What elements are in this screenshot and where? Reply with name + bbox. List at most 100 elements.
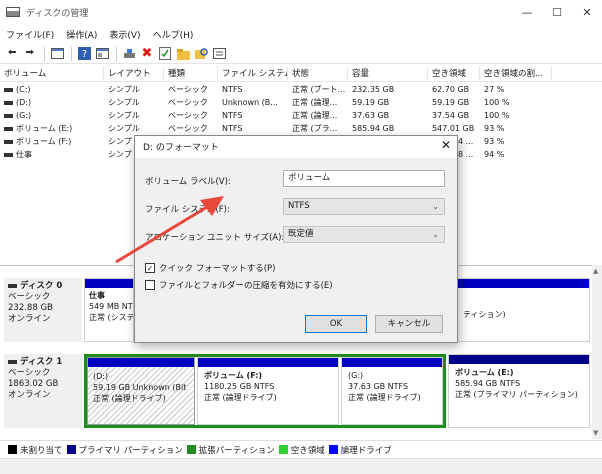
table-row[interactable]: ボリューム (E:) シンプル ベーシック NTFS 正常 (プラ... 585…	[0, 123, 602, 135]
volume-cell: ボリューム (F:)	[0, 136, 104, 148]
volume-name: (D:)	[16, 98, 32, 107]
scroll-down-icon[interactable]: ▼	[593, 429, 598, 437]
partition-status: 正常 (論理ドライブ)	[348, 393, 421, 402]
partition-size: 59.19 GB Unknown (Bit	[93, 383, 187, 392]
legend-label: 空き領域	[290, 445, 325, 456]
toolbar-divider	[44, 46, 45, 61]
partition-size: 1180.25 GB NTFS	[204, 382, 275, 391]
type-cell: ベーシック	[168, 124, 208, 133]
folder-icon[interactable]	[175, 46, 191, 62]
col-volume[interactable]: ボリューム	[0, 66, 104, 82]
menu-help[interactable]: ヘルプ(H)	[147, 28, 200, 41]
disk-status: オンライン	[8, 314, 51, 324]
filesystem-value: NTFS	[288, 201, 310, 211]
forward-icon[interactable]: 🠪	[22, 46, 38, 62]
minimize-icon[interactable]: —	[512, 0, 542, 24]
legend-label: 拡張パーティション	[198, 445, 275, 456]
cancel-button[interactable]: キャンセル	[375, 315, 443, 333]
volume-name: (C:)	[16, 85, 31, 94]
disk-name: ディスク 1	[20, 357, 63, 367]
col-capacity[interactable]: 容量	[348, 66, 428, 82]
volume-icon	[4, 100, 13, 105]
table-row[interactable]: (D:) シンプル ベーシック Unknown (B... 正常 (論理... …	[0, 97, 602, 109]
disk-management-window: ディスクの管理 — ☐ ✕ ファイル(F) 操作(A) 表示(V) ヘルプ(H)…	[0, 0, 602, 474]
partition-e[interactable]: ボリューム (E:) 585.94 GB NTFS 正常 (プライマリ パーティ…	[448, 354, 590, 428]
help-icon[interactable]: ?	[76, 46, 92, 62]
partition-system[interactable]: 仕事 549 MB NT 正常 (システ	[84, 278, 134, 342]
partition-bar	[198, 358, 338, 367]
partition-title: 仕事	[89, 291, 105, 300]
chevron-down-icon: ⌄	[432, 230, 439, 239]
compression-checkbox[interactable]: ファイルとフォルダーの圧縮を有効にする(E)	[145, 279, 333, 291]
volume-cell: (D:)	[0, 97, 104, 109]
scroll-up-icon[interactable]: ▲	[593, 267, 598, 275]
filesystem-select[interactable]: NTFS ⌄	[283, 198, 445, 215]
back-icon[interactable]: 🠨	[4, 46, 20, 62]
menu-file[interactable]: ファイル(F)	[0, 28, 60, 41]
capacity-cell: 585.94 GB	[352, 124, 395, 133]
filesystem-cell: NTFS	[222, 124, 243, 133]
free-cell: 37.54 GB	[432, 111, 470, 120]
layout-cell: シンプル	[108, 85, 140, 94]
volume-label-input[interactable]: ボリューム	[283, 170, 445, 187]
col-free-percent[interactable]: 空き領域の割...	[480, 66, 552, 82]
close-icon[interactable]: ✕	[441, 138, 451, 152]
partition-status: 正常 (論理ドライブ)	[93, 394, 166, 403]
volume-icon	[4, 139, 13, 144]
menu-view[interactable]: 表示(V)	[103, 28, 146, 41]
col-status[interactable]: 状態	[288, 66, 348, 82]
list-icon[interactable]	[211, 46, 227, 62]
legend-swatch-extended	[186, 445, 196, 454]
partition-d[interactable]: (D:) 59.19 GB Unknown (Bit 正常 (論理ドライブ)	[87, 357, 195, 425]
status-cell: 正常 (ブート...	[292, 85, 346, 94]
annotation-arrow	[115, 196, 224, 264]
allocation-unit-select[interactable]: 既定値 ⌄	[283, 226, 445, 243]
type-cell: ベーシック	[168, 98, 208, 107]
col-filesystem[interactable]: ファイル システム	[218, 66, 288, 82]
filesystem-cell: NTFS	[222, 85, 243, 94]
col-type[interactable]: 種類	[164, 66, 218, 82]
compression-label: ファイルとフォルダーの圧縮を有効にする(E)	[159, 281, 333, 291]
col-free[interactable]: 空き領域	[428, 66, 480, 82]
disk1-label[interactable]: ディスク 1 ベーシック 1863.02 GB オンライン	[4, 354, 82, 428]
console-tree-icon[interactable]	[49, 46, 65, 62]
volume-cell: (G:)	[0, 110, 104, 122]
disk-type: ベーシック	[8, 368, 51, 378]
table-row[interactable]: (G:) シンプル ベーシック NTFS 正常 (論理... 37.63 GB …	[0, 110, 602, 122]
partition-bar	[457, 279, 589, 288]
layout-cell: シンプル	[108, 124, 140, 133]
delete-icon[interactable]: ✖	[139, 46, 155, 62]
partition-f[interactable]: ボリューム (F:) 1180.25 GB NTFS 正常 (論理ドライブ)	[197, 357, 339, 425]
partition-size: 585.94 GB NTFS	[455, 379, 521, 388]
legend-label: 未割り当て	[20, 445, 63, 456]
disk-status: オンライン	[8, 390, 51, 400]
properties-icon[interactable]	[94, 46, 110, 62]
check-icon[interactable]	[157, 46, 173, 62]
search-icon[interactable]	[193, 46, 209, 62]
disk-icon	[8, 359, 17, 364]
volume-name: 仕事	[16, 150, 32, 159]
free-cell: 62.70 GB	[432, 85, 470, 94]
volume-name: (G:)	[16, 111, 32, 120]
disk-area-scrollbar[interactable]: ▲ ▼	[592, 265, 602, 439]
table-row[interactable]: (C:) シンプル ベーシック NTFS 正常 (ブート... 232.35 G…	[0, 84, 602, 96]
col-layout[interactable]: レイアウト	[104, 66, 164, 82]
ok-button[interactable]: OK	[305, 315, 367, 333]
maximize-icon[interactable]: ☐	[542, 0, 572, 24]
close-icon[interactable]: ✕	[572, 0, 602, 24]
menu-action[interactable]: 操作(A)	[60, 28, 103, 41]
legend-label: プライマリ パーティション	[78, 445, 183, 456]
free-cell: 547.01 GB	[432, 124, 475, 133]
volume-name: ボリューム (E:)	[16, 124, 73, 133]
partition-g[interactable]: (G:) 37.63 GB NTFS 正常 (論理ドライブ)	[341, 357, 443, 425]
volume-icon	[4, 113, 13, 118]
status-cell: 正常 (プラ...	[292, 124, 338, 133]
partition-c[interactable]: ティション)	[456, 278, 590, 342]
chevron-down-icon: ⌄	[432, 202, 439, 211]
partition-title: (G:)	[348, 371, 364, 380]
disk0-label[interactable]: ディスク 0 ベーシック 232.88 GB オンライン	[4, 278, 82, 342]
free-percent-cell: 93 %	[484, 137, 505, 146]
volume-cell: 仕事	[0, 149, 104, 161]
partition-bar	[88, 358, 194, 367]
connect-icon[interactable]	[121, 46, 137, 62]
